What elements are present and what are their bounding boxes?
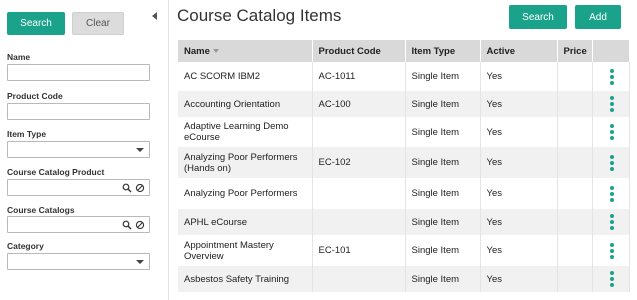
cell-price xyxy=(557,147,593,178)
column-header-name[interactable]: Name xyxy=(178,40,313,62)
more-vertical-icon[interactable] xyxy=(599,68,625,85)
row-actions-cell xyxy=(592,117,630,147)
cell-product-code xyxy=(312,117,406,147)
sidebar-search-button[interactable]: Search xyxy=(7,12,65,35)
search-button[interactable]: Search xyxy=(509,5,567,29)
more-vertical-icon[interactable] xyxy=(599,242,625,259)
cell-price xyxy=(557,91,593,117)
row-actions-cell xyxy=(592,147,630,178)
table-row[interactable]: AC SCORM IBM2 AC-1011 Single Item Yes xyxy=(178,62,630,91)
cell-item-type: Single Item xyxy=(405,147,481,178)
cell-product-code: EC-101 xyxy=(312,235,406,266)
more-vertical-icon[interactable] xyxy=(599,185,625,202)
column-header-actions xyxy=(592,40,630,62)
more-vertical-icon[interactable] xyxy=(599,214,625,230)
course-catalog-product-lookup[interactable] xyxy=(7,179,150,196)
table-header-row: Name Product Code Item Type Active Price xyxy=(178,40,630,62)
cell-name: Appointment Mastery Overview xyxy=(178,235,313,266)
more-vertical-icon[interactable] xyxy=(599,124,625,140)
cell-product-code: AC-100 xyxy=(312,91,406,117)
category-select[interactable] xyxy=(7,253,150,270)
course-catalogs-label: Course Catalogs xyxy=(7,205,75,215)
filter-sidebar: Search Clear Name Product Code Item Type… xyxy=(0,0,169,300)
item-type-select[interactable] xyxy=(7,141,150,158)
cell-product-code xyxy=(312,266,406,292)
row-actions-cell xyxy=(592,235,630,266)
cell-item-type: Single Item xyxy=(405,91,481,117)
table-row[interactable]: Analyzing Poor Performers Single Item Yes xyxy=(178,178,630,209)
catalog-items-table: Name Product Code Item Type Active Price… xyxy=(178,40,630,292)
cell-product-code xyxy=(312,209,406,235)
more-vertical-icon[interactable] xyxy=(599,154,625,171)
product-code-input[interactable] xyxy=(7,103,150,120)
page-title: Course Catalog Items xyxy=(177,6,342,25)
cell-product-code: EC-102 xyxy=(312,147,406,178)
cell-active: Yes xyxy=(480,91,558,117)
cell-price xyxy=(557,117,593,147)
cell-active: Yes xyxy=(480,266,558,292)
search-icon[interactable] xyxy=(121,219,132,230)
clear-button[interactable]: Clear xyxy=(72,12,124,35)
cell-name: Adaptive Learning Demo eCourse xyxy=(178,117,313,147)
cell-active: Yes xyxy=(480,235,558,266)
item-type-label: Item Type xyxy=(7,129,47,139)
cell-item-type: Single Item xyxy=(405,178,481,209)
cell-item-type: Single Item xyxy=(405,62,481,91)
cell-active: Yes xyxy=(480,62,558,91)
cell-price xyxy=(557,235,593,266)
table-row[interactable]: APHL eCourse Single Item Yes xyxy=(178,209,630,235)
column-header-price[interactable]: Price xyxy=(557,40,593,62)
clear-icon[interactable] xyxy=(134,219,145,230)
name-input[interactable] xyxy=(7,64,150,81)
table-row[interactable]: Appointment Mastery Overview EC-101 Single… xyxy=(178,235,630,266)
cell-active: Yes xyxy=(480,178,558,209)
cell-active: Yes xyxy=(480,209,558,235)
more-vertical-icon[interactable] xyxy=(599,96,625,112)
cell-item-type: Single Item xyxy=(405,266,481,292)
cell-item-type: Single Item xyxy=(405,235,481,266)
course-catalog-product-label: Course Catalog Product xyxy=(7,167,105,177)
cell-item-type: Single Item xyxy=(405,209,481,235)
table-row[interactable]: Accounting Orientation AC-100 Single Item Y… xyxy=(178,91,630,117)
sort-icon[interactable] xyxy=(212,48,219,53)
table-row[interactable]: Analyzing Poor Performers (Hands on) EC-1… xyxy=(178,147,630,178)
column-header-item-type[interactable]: Item Type xyxy=(405,40,481,62)
cell-item-type: Single Item xyxy=(405,117,481,147)
product-code-label: Product Code xyxy=(7,91,63,101)
course-catalogs-lookup[interactable] xyxy=(7,216,150,233)
add-button[interactable]: Add xyxy=(575,5,621,29)
table-row[interactable]: Adaptive Learning Demo eCourse Single Ite… xyxy=(178,117,630,147)
cell-name: APHL eCourse xyxy=(178,209,313,235)
collapse-sidebar-icon[interactable] xyxy=(152,12,157,20)
cell-name: Analyzing Poor Performers xyxy=(178,178,313,209)
cell-active: Yes xyxy=(480,117,558,147)
clear-icon[interactable] xyxy=(134,182,145,193)
chevron-down-icon xyxy=(136,148,144,152)
name-label: Name xyxy=(7,52,31,62)
cell-active: Yes xyxy=(480,147,558,178)
cell-price xyxy=(557,209,593,235)
cell-name: AC SCORM IBM2 xyxy=(178,62,313,91)
cell-name: Accounting Orientation xyxy=(178,91,313,117)
row-actions-cell xyxy=(592,266,630,292)
column-header-active[interactable]: Active xyxy=(480,40,558,62)
cell-product-code: AC-1011 xyxy=(312,62,406,91)
chevron-down-icon xyxy=(136,260,144,264)
row-actions-cell xyxy=(592,178,630,209)
cell-price xyxy=(557,178,593,209)
category-label: Category xyxy=(7,241,44,251)
table-row[interactable]: Asbestos Safety Training Single Item Yes xyxy=(178,266,630,292)
row-actions-cell xyxy=(592,91,630,117)
cell-name: Asbestos Safety Training xyxy=(178,266,313,292)
cell-price xyxy=(557,62,593,91)
row-actions-cell xyxy=(592,62,630,91)
cell-name: Analyzing Poor Performers (Hands on) xyxy=(178,147,313,178)
column-header-product-code[interactable]: Product Code xyxy=(312,40,406,62)
more-vertical-icon[interactable] xyxy=(599,271,625,287)
row-actions-cell xyxy=(592,209,630,235)
cell-product-code xyxy=(312,178,406,209)
cell-price xyxy=(557,266,593,292)
search-icon[interactable] xyxy=(121,182,132,193)
